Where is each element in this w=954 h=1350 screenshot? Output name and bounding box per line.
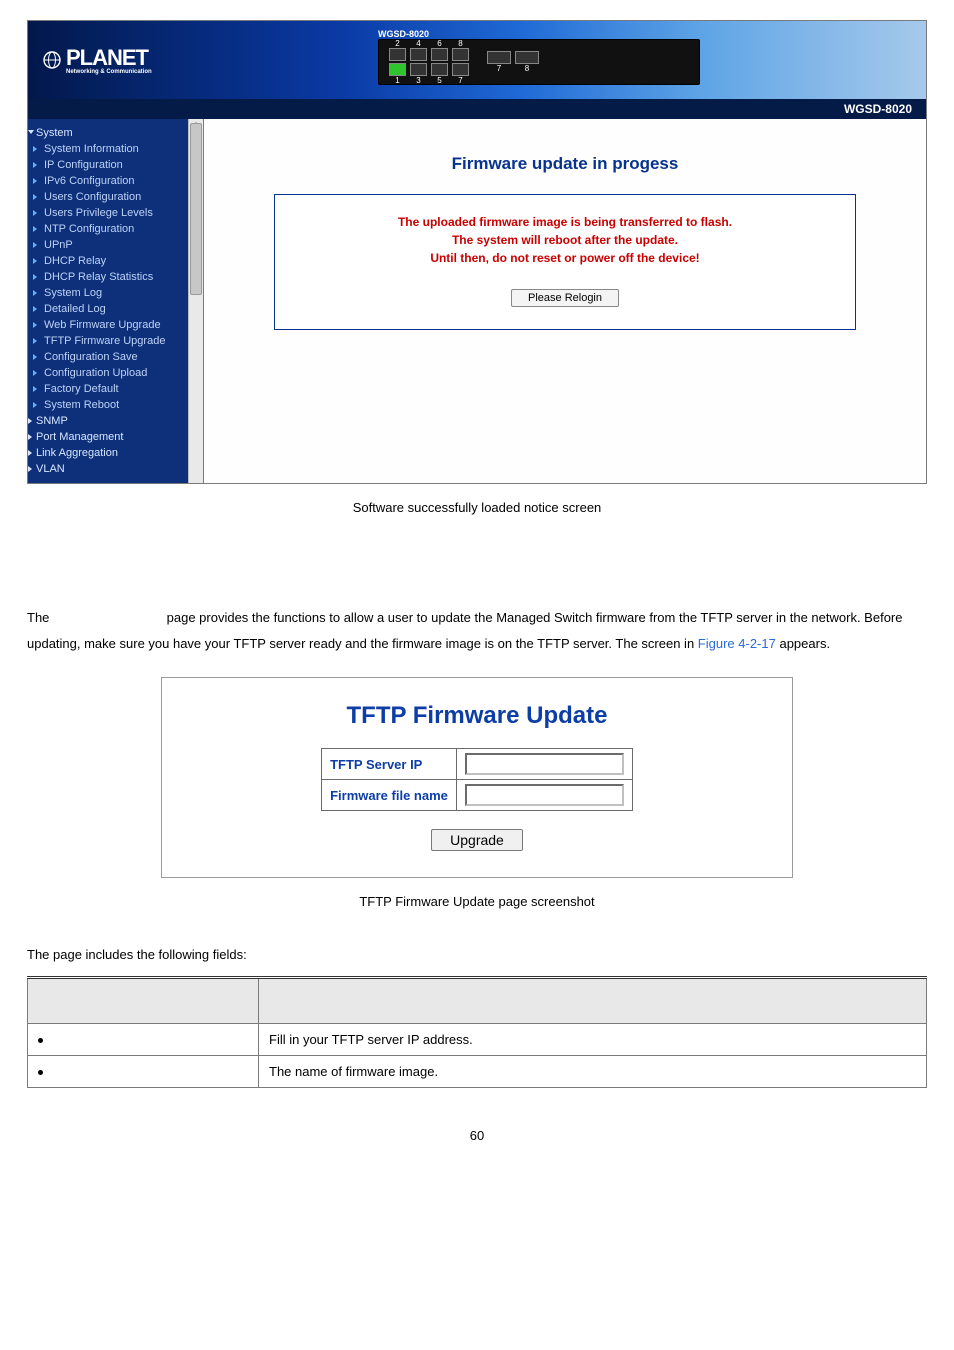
- sidebar-item-ipv6-configuration[interactable]: IPv6 Configuration: [28, 173, 203, 189]
- tftp-server-ip-input[interactable]: [465, 753, 624, 775]
- sidebar-item-system-information[interactable]: System Information: [28, 141, 203, 157]
- sidebar-item-ip-configuration[interactable]: IP Configuration: [28, 157, 203, 173]
- logo: PLANET Networking & Communication: [42, 45, 152, 75]
- tftp-server-ip-label: TFTP Server IP: [322, 749, 457, 780]
- firmware-title: Firmware update in progess: [234, 154, 896, 174]
- sidebar-item-snmp[interactable]: SNMP: [28, 413, 203, 429]
- fields-header-object: [28, 978, 259, 1024]
- relogin-button[interactable]: Please Relogin: [511, 289, 619, 307]
- bullet-icon: [38, 1070, 43, 1075]
- sidebar-item-vlan[interactable]: VLAN: [28, 461, 203, 477]
- sidebar-item-factory-default[interactable]: Factory Default: [28, 381, 203, 397]
- sidebar-item-system[interactable]: System: [28, 125, 203, 141]
- fields-intro: The page includes the following fields:: [27, 947, 927, 962]
- tftp-filename-label: Firmware file name: [322, 780, 457, 811]
- bullet-icon: [38, 1038, 43, 1043]
- globe-icon: [42, 50, 62, 70]
- banner: PLANET Networking & Communication WGSD-8…: [28, 21, 926, 99]
- field-desc: Fill in your TFTP server IP address.: [259, 1024, 927, 1056]
- sidebar-item-link-agg[interactable]: Link Aggregation: [28, 445, 203, 461]
- caption-screenshot1: Software successfully loaded notice scre…: [27, 500, 927, 515]
- firmware-warning: The uploaded firmware image is being tra…: [295, 213, 835, 267]
- firmware-box: The uploaded firmware image is being tra…: [274, 194, 856, 330]
- fields-table: Fill in your TFTP server IP address. The…: [27, 976, 927, 1088]
- sidebar-item-users-configuration[interactable]: Users Configuration: [28, 189, 203, 205]
- sidebar-item-dhcp-relay-stats[interactable]: DHCP Relay Statistics: [28, 269, 203, 285]
- figure-reference: Figure 4-2-17: [698, 636, 776, 651]
- model-bar: WGSD-8020: [28, 99, 926, 119]
- sidebar-item-web-fw-upgrade[interactable]: Web Firmware Upgrade: [28, 317, 203, 333]
- table-row: The name of firmware image.: [28, 1056, 927, 1088]
- logo-subtext: Networking & Communication: [66, 69, 152, 75]
- sidebar-item-detailed-log[interactable]: Detailed Log: [28, 301, 203, 317]
- caption-tftp: TFTP Firmware Update page screenshot: [27, 894, 927, 909]
- sidebar-item-system-reboot[interactable]: System Reboot: [28, 397, 203, 413]
- field-desc: The name of firmware image.: [259, 1056, 927, 1088]
- fields-header-desc: [259, 978, 927, 1024]
- screenshot-tftp-update: TFTP Firmware Update TFTP Server IP Firm…: [161, 677, 793, 878]
- logo-text: PLANET: [66, 45, 148, 70]
- tftp-description: The page provides the functions to allow…: [27, 605, 927, 657]
- switch-model-label: WGSD-8020: [378, 29, 700, 39]
- sidebar-item-config-upload[interactable]: Configuration Upload: [28, 365, 203, 381]
- sidebar-item-system-log[interactable]: System Log: [28, 285, 203, 301]
- sidebar-item-config-save[interactable]: Configuration Save: [28, 349, 203, 365]
- page-number: 60: [27, 1128, 927, 1143]
- switch-graphic: WGSD-8020 2468 1357 78: [378, 29, 700, 85]
- sidebar-item-tftp-fw-upgrade[interactable]: TFTP Firmware Upgrade: [28, 333, 203, 349]
- sidebar-item-upnp[interactable]: UPnP: [28, 237, 203, 253]
- upgrade-button[interactable]: Upgrade: [431, 829, 523, 851]
- sidebar-item-users-privilege[interactable]: Users Privilege Levels: [28, 205, 203, 221]
- table-row: Fill in your TFTP server IP address.: [28, 1024, 927, 1056]
- sidebar-item-dhcp-relay[interactable]: DHCP Relay: [28, 253, 203, 269]
- sidebar-item-ntp[interactable]: NTP Configuration: [28, 221, 203, 237]
- main-content: Firmware update in progess The uploaded …: [204, 119, 926, 483]
- sidebar-item-port-mgmt[interactable]: Port Management: [28, 429, 203, 445]
- tftp-form-table: TFTP Server IP Firmware file name: [321, 748, 633, 811]
- sidebar: ▴ System System Information IP Configura…: [28, 119, 204, 483]
- tftp-filename-input[interactable]: [465, 784, 624, 806]
- tftp-title: TFTP Firmware Update: [182, 702, 772, 730]
- screenshot-firmware-update: PLANET Networking & Communication WGSD-8…: [27, 20, 927, 484]
